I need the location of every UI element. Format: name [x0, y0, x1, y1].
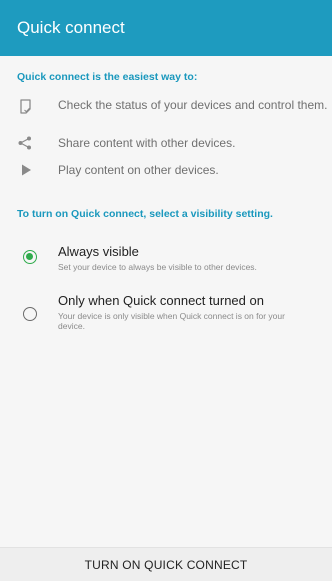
option-title: Always visible [58, 244, 139, 259]
share-icon [17, 136, 41, 156]
visibility-heading: To turn on Quick connect, select a visib… [17, 208, 273, 220]
app-title: Quick connect [17, 18, 125, 37]
option-description: Set your device to always be visible to … [58, 262, 257, 272]
radio-always-visible[interactable] [23, 250, 37, 264]
radio-only-when-on[interactable] [23, 307, 37, 321]
option-only-when-on[interactable]: Only when Quick connect turned on Your d… [17, 293, 317, 337]
app-bar: Quick connect [0, 0, 332, 56]
feature-text: Play content on other devices. [58, 163, 219, 177]
option-title: Only when Quick connect turned on [58, 293, 264, 308]
feature-text: Check the status of your devices and con… [58, 98, 328, 112]
content-area: Quick connect is the easiest way to: Che… [0, 56, 332, 547]
intro-heading: Quick connect is the easiest way to: [17, 71, 198, 83]
option-description: Your device is only visible when Quick c… [58, 311, 285, 331]
turn-on-quick-connect-button[interactable]: TURN ON QUICK CONNECT [0, 548, 332, 582]
bottom-bar: TURN ON QUICK CONNECT [0, 547, 332, 581]
feature-text: Share content with other devices. [58, 136, 236, 150]
option-always-visible[interactable]: Always visible Set your device to always… [17, 244, 317, 284]
play-icon [17, 163, 41, 183]
device-status-icon [17, 98, 41, 118]
